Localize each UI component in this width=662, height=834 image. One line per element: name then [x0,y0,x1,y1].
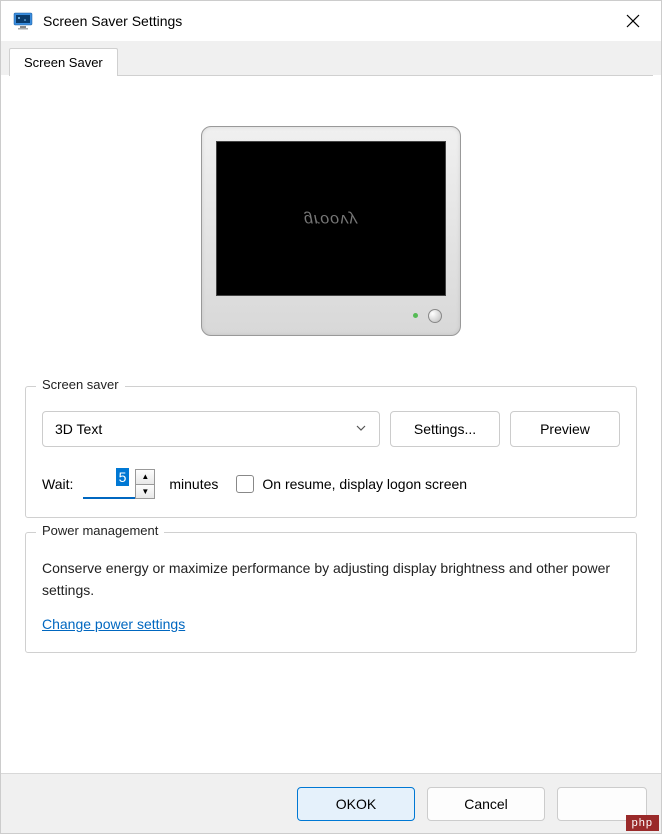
preview-monitor: groovy [201,126,461,346]
wait-spinner[interactable]: 5 ▲ ▼ [83,469,155,499]
titlebar: Screen Saver Settings [1,1,661,41]
settings-button[interactable]: Settings... [390,411,500,447]
monitor-led [413,313,418,318]
preview-button[interactable]: Preview [510,411,620,447]
screensaver-select[interactable]: 3D Text [42,411,380,447]
window-title: Screen Saver Settings [43,13,617,29]
preview-area: groovy [25,96,637,386]
on-resume-checkbox-wrap: On resume, display logon screen [236,475,467,493]
chevron-down-icon [355,421,367,437]
content-area: groovy Screen saver 3D Text Settings... … [9,75,653,773]
preview-text: groovy [304,210,358,228]
on-resume-checkbox[interactable] [236,475,254,493]
change-power-settings-link[interactable]: Change power settings [42,616,185,632]
monitor-body: groovy [201,126,461,336]
close-button[interactable] [617,5,649,37]
minutes-label: minutes [169,476,218,492]
power-fieldset: Power management Conserve energy or maxi… [25,532,637,653]
tab-screensaver[interactable]: Screen Saver [9,48,118,76]
screensaver-select-value: 3D Text [55,421,102,437]
watermark: php [626,815,659,831]
close-icon [626,14,640,28]
monitor-screen: groovy [216,141,446,296]
tab-strip: Screen Saver [1,41,661,75]
power-legend: Power management [36,523,164,538]
spinner-buttons: ▲ ▼ [135,469,155,499]
screensaver-legend: Screen saver [36,377,125,392]
monitor-power-button [428,309,442,323]
screensaver-fieldset: Screen saver 3D Text Settings... Preview… [25,386,637,518]
ok-button[interactable]: OKOK [297,787,415,821]
cancel-button[interactable]: Cancel [427,787,545,821]
screensaver-settings-window: Screen Saver Settings Screen Saver groov… [0,0,662,834]
dialog-footer: OKOK Cancel Apply php [1,773,661,833]
spinner-down-button[interactable]: ▼ [136,485,154,499]
spinner-up-button[interactable]: ▲ [136,470,154,485]
wait-label: Wait: [42,476,73,492]
power-description: Conserve energy or maximize performance … [42,557,620,602]
screensaver-icon [13,12,33,30]
wait-input[interactable]: 5 [83,469,135,499]
on-resume-label: On resume, display logon screen [262,476,467,492]
wait-value: 5 [116,468,130,486]
